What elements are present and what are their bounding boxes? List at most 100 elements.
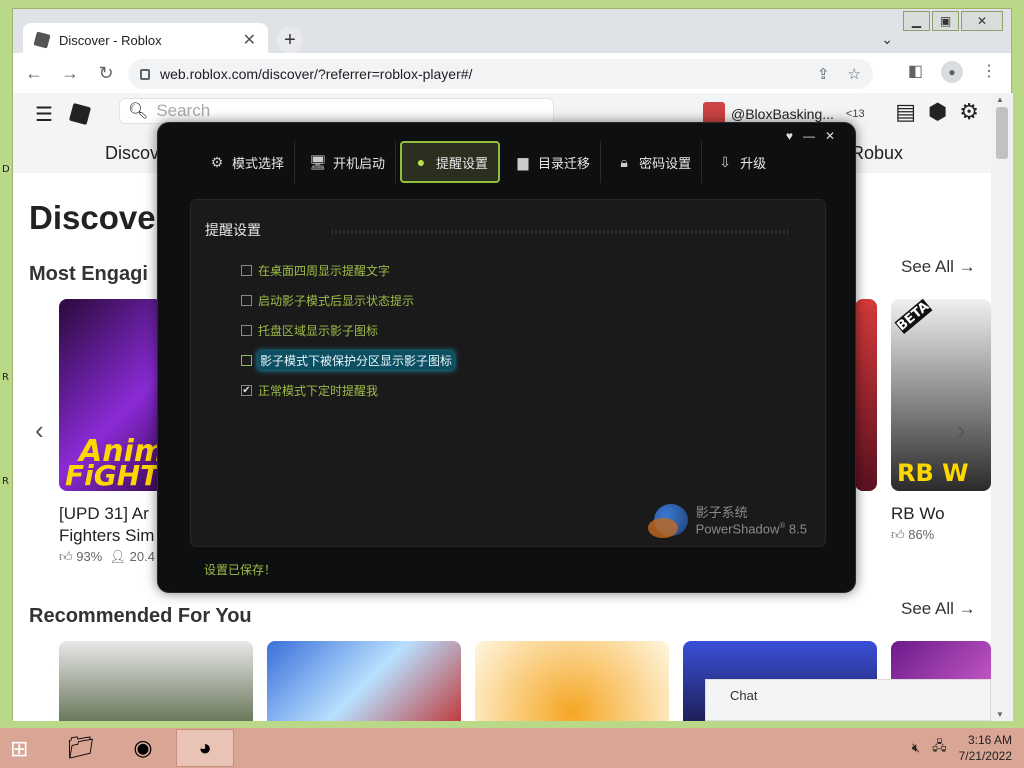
clock[interactable]: 3:16 AM 7/21/2022 <box>959 732 1012 764</box>
dialog-close-icon[interactable]: ✕ <box>825 129 835 143</box>
tab-startup[interactable]: 🖥︎ 开机启动 <box>299 141 397 183</box>
game-rating: 86% <box>908 527 935 542</box>
roblox-favicon-icon <box>33 31 51 49</box>
rb-card-text: RB W <box>897 459 969 487</box>
tab-strip: Discover - Roblox ✕ + ⌄ <box>13 19 1011 57</box>
tab-reminder-settings[interactable]: ● 提醒设置 <box>400 141 501 183</box>
checkbox[interactable] <box>241 295 252 306</box>
dialog-skin-icon[interactable]: ♥ <box>786 129 793 143</box>
lock-icon <box>140 68 150 80</box>
anime-card-text: FiGHT <box>65 459 160 491</box>
tab-search-icon[interactable]: ⌄ <box>881 31 893 48</box>
divider <box>331 230 791 234</box>
header-icons: ▤ ⬢ ⚙ <box>895 99 979 125</box>
clock-date: 7/21/2022 <box>958 749 1012 763</box>
roblox-logo[interactable] <box>68 102 91 126</box>
see-all-link[interactable]: See All → <box>901 599 976 619</box>
browser-tab[interactable]: Discover - Roblox ✕ <box>23 23 268 57</box>
option-desktop-reminder-text[interactable]: 在桌面四周显示提醒文字 <box>241 262 390 279</box>
new-tab-button[interactable]: + <box>277 27 303 53</box>
nav-robux[interactable]: Robux <box>851 143 903 164</box>
tab-label: 密码设置 <box>639 155 692 171</box>
page-scrollbar[interactable]: ▲ ▼ <box>991 93 1013 721</box>
scroll-down-icon[interactable]: ▼ <box>996 710 1004 719</box>
upgrade-icon: ⇩ <box>719 153 731 170</box>
powershadow-settings-dialog: ♥ — ✕ ⚙ 模式选择 🖥︎ 开机启动 ● 提醒设置 ▆ 目录迁移 🔒︎ 密码设置 ⇩ 升… <box>157 122 856 593</box>
tab-label: 模式选择 <box>232 155 285 171</box>
address-bar[interactable]: web.roblox.com/discover/?referrer=roblox… <box>128 59 873 89</box>
desktop: D R R ▁ ▣ ✕ Discover - Roblox ✕ + ⌄ ← → … <box>0 0 1024 768</box>
reload-icon[interactable]: ↻ <box>91 63 121 84</box>
desktop-edge-mark: R <box>2 476 9 487</box>
desktop-edge-mark: D <box>2 164 10 175</box>
see-all-link[interactable]: See All → <box>901 257 976 277</box>
game-card-partial[interactable] <box>855 299 877 491</box>
powershadow-taskbar-icon[interactable]: ◕ <box>176 729 234 767</box>
profile-icon[interactable]: ● <box>941 61 963 83</box>
url-text[interactable]: web.roblox.com/discover/?referrer=roblox… <box>160 66 799 82</box>
carousel-left-icon[interactable]: ‹ <box>35 415 44 446</box>
game-card-anime[interactable]: Anim FiGHT <box>59 299 163 491</box>
tab-label: 提醒设置 <box>436 155 489 171</box>
carousel-right-icon[interactable]: › <box>957 415 966 446</box>
option-protected-partition-icon[interactable]: 影子模式下被保护分区显示影子图标 <box>241 351 455 370</box>
file-explorer-icon[interactable]: 📁︎ <box>52 729 110 767</box>
rec-card[interactable] <box>59 641 253 721</box>
option-label: 启动影子模式后显示状态提示 <box>258 294 415 308</box>
panel-title: 提醒设置 <box>205 222 261 238</box>
list-icon[interactable]: ▤ <box>895 99 916 125</box>
tab-mode-select[interactable]: ⚙ 模式选择 <box>198 141 296 183</box>
side-panel-icon[interactable]: ◧ <box>908 61 923 83</box>
scroll-thumb[interactable] <box>996 107 1008 159</box>
option-status-hint[interactable]: 启动影子模式后显示状态提示 <box>241 292 414 309</box>
checkbox-checked[interactable]: ✔ <box>241 385 252 396</box>
option-timed-reminder[interactable]: ✔ 正常模式下定时提醒我 <box>241 382 378 399</box>
windows-start-icon[interactable]: ⊞ <box>10 736 28 762</box>
scroll-up-icon[interactable]: ▲ <box>996 95 1004 104</box>
option-tray-icon[interactable]: 托盘区域显示影子图标 <box>241 322 378 339</box>
robux-icon[interactable]: ⬢ <box>928 99 947 125</box>
checkbox[interactable] <box>241 265 252 276</box>
tab-label: 开机启动 <box>333 155 386 171</box>
rec-card[interactable] <box>267 641 461 721</box>
dialog-minimize-icon[interactable]: — <box>803 129 815 143</box>
section-title-engaging: Most Engagi <box>29 263 148 285</box>
chrome-icon[interactable]: ◉ <box>114 729 172 767</box>
nav-discover[interactable]: Discov <box>105 143 159 164</box>
menu-kebab-icon[interactable]: ⋮ <box>981 61 997 83</box>
option-label: 正常模式下定时提醒我 <box>258 384 379 398</box>
tab-close-icon[interactable]: ✕ <box>243 30 256 50</box>
bookmark-star-icon[interactable]: ☆ <box>848 65 861 83</box>
chat-label: Chat <box>730 688 758 703</box>
folder-icon: ▆ <box>517 153 529 170</box>
search-input[interactable]: 🔍︎ Search <box>119 98 554 124</box>
network-icon[interactable]: 🖧 <box>932 737 947 759</box>
forward-icon[interactable]: → <box>55 63 85 84</box>
checkbox[interactable] <box>241 325 252 336</box>
dialog-tabs: ⚙ 模式选择 🖥︎ 开机启动 ● 提醒设置 ▆ 目录迁移 🔒︎ 密码设置 ⇩ 升级 <box>198 141 776 185</box>
game-title[interactable]: Fighters Sim <box>59 525 154 547</box>
back-icon[interactable]: ← <box>19 63 49 84</box>
thumbs-up-icon: 👍︎ <box>891 527 905 542</box>
tab-directory-migration[interactable]: ▆ 目录迁移 <box>504 141 602 183</box>
players-icon: 👤︎ <box>109 549 126 564</box>
taskbar: ⊞ 📁︎ ◉ ◕ 🔇︎ 🖧 3:16 AM 7/21/2022 <box>0 728 1024 768</box>
tab-label: 升级 <box>740 155 767 171</box>
share-icon[interactable]: ⇪ <box>817 65 830 83</box>
game-title[interactable]: [UPD 31] Ar <box>59 503 149 525</box>
game-title[interactable]: RB Wo <box>891 503 945 525</box>
rec-card[interactable] <box>475 641 669 721</box>
settings-gear-icon[interactable]: ⚙ <box>959 99 979 125</box>
game-card-rb[interactable]: BETA RB W <box>891 299 991 491</box>
tab-upgrade[interactable]: ⇩ 升级 <box>706 141 776 183</box>
chat-bar[interactable]: Chat <box>705 679 991 721</box>
hamburger-menu-icon[interactable]: ☰ <box>35 102 53 127</box>
option-label: 影子模式下被保护分区显示影子图标 <box>258 351 455 370</box>
checkbox[interactable] <box>241 355 252 366</box>
tab-label: 目录迁移 <box>538 155 591 171</box>
system-tray: 🔇︎ 🖧 3:16 AM 7/21/2022 <box>912 732 1012 764</box>
tab-password[interactable]: 🔒︎ 密码设置 <box>605 141 703 183</box>
option-label: 在桌面四周显示提醒文字 <box>258 264 391 278</box>
tab-title: Discover - Roblox <box>59 32 162 48</box>
volume-muted-icon[interactable]: 🔇︎ <box>912 740 920 756</box>
